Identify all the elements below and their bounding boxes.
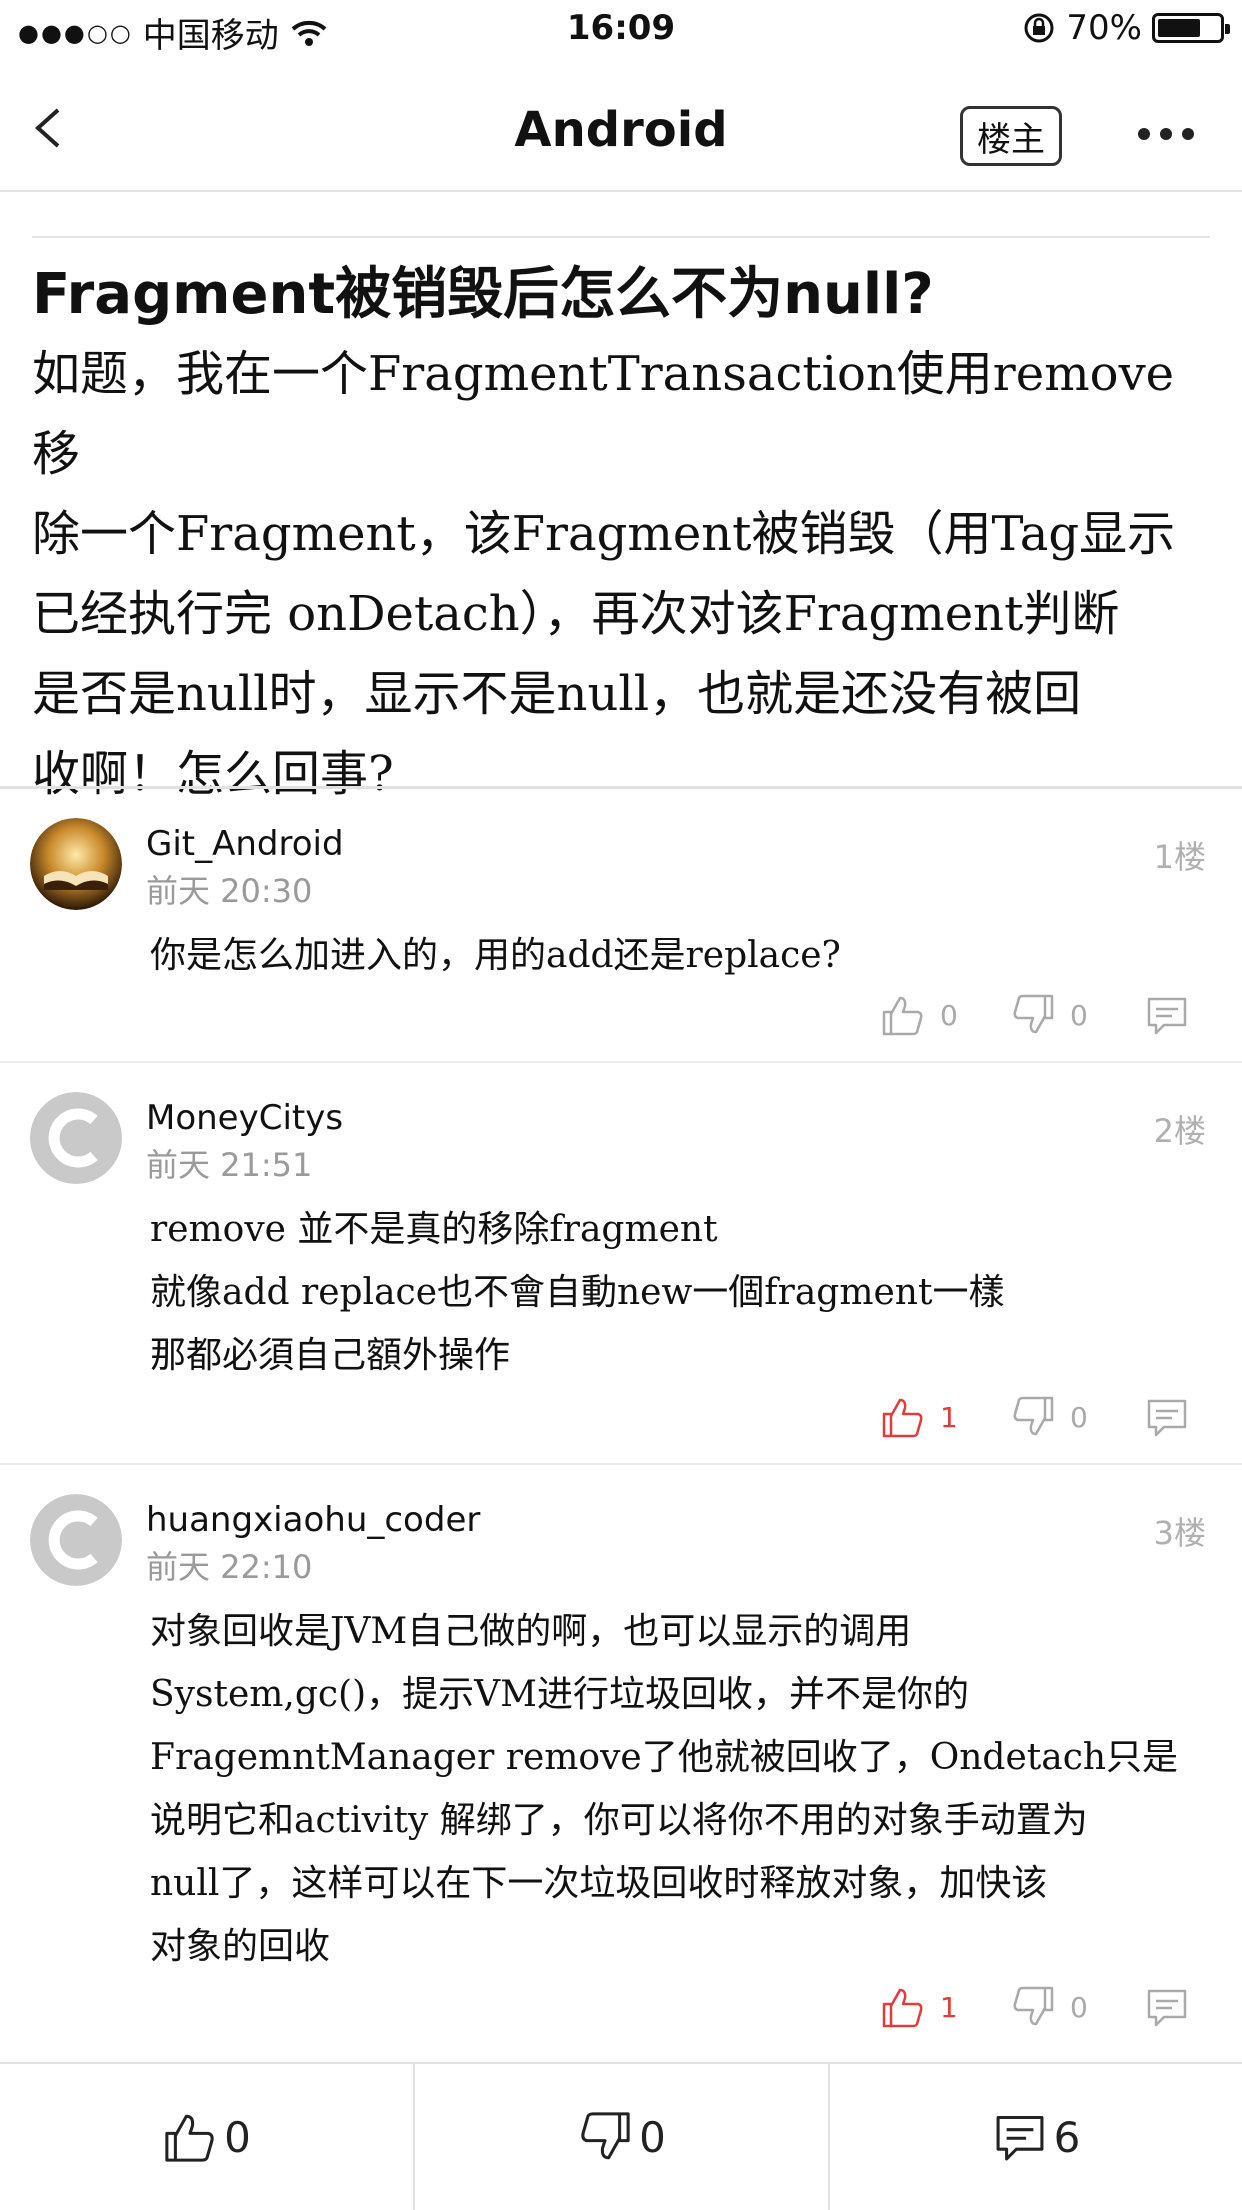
- comment-icon: [1147, 1399, 1187, 1437]
- dislike-count: 0: [1070, 1990, 1088, 2024]
- reply-button[interactable]: [1144, 992, 1190, 1038]
- comment-time: 前天 20:30: [146, 872, 313, 910]
- status-right: 70%: [1022, 8, 1230, 48]
- comment-item: Git_Android 前天 20:30 1楼 你是怎么加进入的，用的add还是…: [0, 790, 1242, 1060]
- comment-line: 对象回收是JVM自己做的啊，也可以显示的调用: [150, 1611, 912, 1652]
- comment-text: 你是怎么加进入的，用的add还是replace?: [150, 924, 1220, 987]
- comment-text: remove 並不是真的移除fragment 就像add replace也不會自…: [150, 1198, 1220, 1387]
- comment-line: 对象的回收: [150, 1926, 331, 1967]
- question-line: 如题，我在一个FragmentTransaction使用remove移: [32, 346, 1175, 482]
- comment-line: 就像add replace也不會自動new一個fragment一樣: [150, 1272, 1005, 1313]
- bottom-comment-count: 6: [1053, 2112, 1081, 2162]
- comment-actions: 1 0: [880, 1984, 1210, 2034]
- thumbs-down-icon: [1013, 994, 1054, 1034]
- question-line: 是否是null时，显示不是null，也就是还没有被回: [32, 666, 1082, 722]
- comment-actions: 0 0: [880, 992, 1210, 1042]
- floor-number: 2楼: [1153, 1112, 1206, 1150]
- comment-line: FragemntManager remove了他就被回收了，Ondetach只是: [150, 1737, 1179, 1778]
- bottom-like-count: 0: [224, 2112, 251, 2162]
- battery-percent: 70%: [1066, 8, 1142, 48]
- reply-button[interactable]: [1144, 1984, 1190, 2030]
- comment-username[interactable]: Git_Android: [146, 824, 344, 864]
- question-body: 如题，我在一个FragmentTransaction使用remove移 除一个F…: [32, 334, 1222, 814]
- comment-line: 你是怎么加进入的，用的add还是replace?: [150, 935, 841, 976]
- comment-divider: [0, 1061, 1242, 1063]
- section-divider: [0, 786, 1242, 789]
- dislike-button[interactable]: 0: [1010, 1984, 1088, 2030]
- more-icon[interactable]: [1138, 122, 1198, 146]
- thumbs-up-icon: [882, 996, 923, 1036]
- avatar[interactable]: [30, 818, 122, 910]
- status-bar: ●●●○○ 中国移动 16:09 70%: [0, 0, 1242, 62]
- bottom-action-bar: 0 0 6: [0, 2062, 1242, 2210]
- bottom-comment-button[interactable]: 6: [830, 2064, 1242, 2210]
- floor-number: 3楼: [1153, 1514, 1206, 1552]
- dislike-count: 0: [1070, 1400, 1088, 1434]
- question-top-divider: [32, 236, 1210, 238]
- nav-bar: Android 楼主: [0, 62, 1242, 192]
- comment-line: System,gc()，提示VM进行垃圾回收，并不是你的: [150, 1674, 969, 1715]
- like-count: 1: [940, 1400, 958, 1434]
- reply-button[interactable]: [1144, 1394, 1190, 1440]
- comment-time: 前天 22:10: [146, 1548, 313, 1586]
- dislike-count: 0: [1070, 998, 1088, 1032]
- comment-icon: [1147, 1989, 1187, 2027]
- comment-username[interactable]: MoneyCitys: [146, 1098, 343, 1138]
- comment-line: remove 並不是真的移除fragment: [150, 1209, 718, 1250]
- thumbs-down-icon: [1013, 1986, 1054, 2026]
- rotation-lock-icon: [1024, 13, 1054, 43]
- battery-icon: [1152, 13, 1230, 43]
- comment-icon: [996, 2116, 1044, 2161]
- floor-number: 1楼: [1153, 838, 1206, 876]
- comment-item: MoneyCitys 前天 21:51 2楼 remove 並不是真的移除fra…: [0, 1064, 1242, 1464]
- thumbs-up-icon: [165, 2114, 214, 2162]
- comment-line: 说明它和activity 解绑了，你可以将你不用的对象手动置为: [150, 1800, 1088, 1841]
- avatar[interactable]: [30, 1092, 122, 1184]
- avatar[interactable]: [30, 1494, 122, 1586]
- battery-level: [1158, 19, 1200, 37]
- thumbs-down-icon: [581, 2112, 630, 2160]
- comment-time: 前天 21:51: [146, 1146, 313, 1184]
- thumbs-up-icon: [882, 1398, 923, 1438]
- comment-divider: [0, 1463, 1242, 1465]
- comment-text: 对象回收是JVM自己做的啊，也可以显示的调用 System,gc()，提示VM进…: [150, 1600, 1220, 1978]
- thumbs-up-icon: [882, 1988, 923, 2028]
- comment-actions: 1 0: [880, 1394, 1210, 1444]
- like-button[interactable]: 0: [880, 992, 958, 1038]
- like-count: 1: [940, 1990, 958, 2024]
- question-line: 已经执行完 onDetach），再次对该Fragment判断: [32, 586, 1120, 642]
- comment-line: null了，这样可以在下一次垃圾回收时释放对象，加快该: [150, 1863, 1048, 1904]
- dislike-button[interactable]: 0: [1010, 1394, 1088, 1440]
- bottom-like-button[interactable]: 0: [0, 2064, 413, 2210]
- comment-icon: [1147, 997, 1187, 1035]
- comment-line: 那都必須自己額外操作: [150, 1335, 511, 1376]
- question-line: 除一个Fragment，该Fragment被销毁（用Tag显示: [32, 506, 1176, 562]
- question-title: Fragment被销毁后怎么不为null?: [32, 262, 934, 327]
- like-button[interactable]: 1: [880, 1394, 958, 1440]
- like-button[interactable]: 1: [880, 1984, 958, 2030]
- thumbs-down-icon: [1013, 1396, 1054, 1436]
- bottom-dislike-button[interactable]: 0: [415, 2064, 828, 2210]
- bottom-dislike-count: 0: [639, 2112, 666, 2162]
- like-count: 0: [940, 998, 958, 1032]
- comment-username[interactable]: huangxiaohu_coder: [146, 1500, 480, 1540]
- dislike-button[interactable]: 0: [1010, 992, 1088, 1038]
- owner-only-button[interactable]: 楼主: [960, 106, 1062, 166]
- comment-item: huangxiaohu_coder 前天 22:10 3楼 对象回收是JVM自己…: [0, 1466, 1242, 2056]
